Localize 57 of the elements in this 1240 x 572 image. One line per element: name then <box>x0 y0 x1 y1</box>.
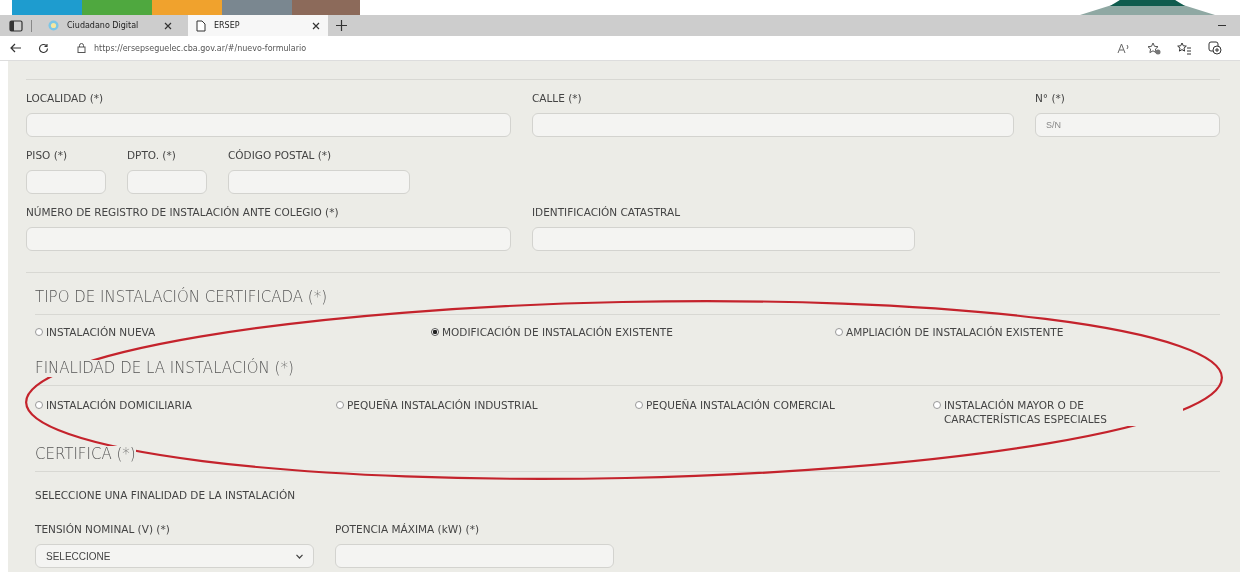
close-icon[interactable] <box>164 21 172 30</box>
input-field[interactable]: S/N <box>1035 113 1220 137</box>
tab-title: Ciudadano Digital <box>67 21 140 30</box>
back-icon[interactable] <box>10 43 22 53</box>
field-label: N° (*) <box>1035 92 1065 104</box>
radio-button[interactable] <box>933 401 941 409</box>
radio-button[interactable] <box>835 328 843 336</box>
radio-label: PEQUEÑA INSTALACIÓN COMERCIAL <box>646 398 835 412</box>
radio-label: PEQUEÑA INSTALACIÓN INDUSTRIAL <box>347 398 538 412</box>
radio-button[interactable] <box>431 328 439 336</box>
document-icon <box>196 19 206 32</box>
field-label: POTENCIA MÁXIMA (kW) (*) <box>335 523 479 535</box>
close-icon[interactable] <box>312 21 320 30</box>
field-label: CALLE (*) <box>532 92 582 104</box>
radio-button[interactable] <box>35 401 43 409</box>
input-field[interactable] <box>335 544 614 568</box>
favorite-star-icon[interactable] <box>1147 41 1161 55</box>
field-label: NÚMERO DE REGISTRO DE INSTALACIÓN ANTE COLEGIO (*) <box>26 206 339 218</box>
new-tab-icon[interactable] <box>336 20 347 31</box>
input-field[interactable] <box>228 170 410 194</box>
radio-label: INSTALACIÓN DOMICILIARIA <box>46 398 192 412</box>
field-label: IDENTIFICACIÓN CATASTRAL <box>532 206 680 218</box>
field-label: LOCALIDAD (*) <box>26 92 104 104</box>
tab-actions-icon[interactable] <box>9 19 23 32</box>
collections-icon[interactable] <box>1208 41 1222 55</box>
read-aloud-icon[interactable] <box>1117 42 1131 54</box>
favorites-list-icon[interactable] <box>1177 41 1192 55</box>
input-field[interactable] <box>26 227 511 251</box>
field-label: CÓDIGO POSTAL (*) <box>228 149 332 161</box>
section-heading: CERTIFICA (*) <box>35 446 136 463</box>
minimize-icon[interactable] <box>1218 24 1226 27</box>
reload-icon[interactable] <box>38 42 49 54</box>
radio-button[interactable] <box>35 328 43 336</box>
radio-button[interactable] <box>635 401 643 409</box>
lock-icon <box>77 43 86 53</box>
section-heading: TIPO DE INSTALACIÓN CERTIFICADA (*) <box>35 289 327 306</box>
input-field[interactable] <box>532 227 915 251</box>
radio-label: MODIFICACIÓN DE INSTALACIÓN EXISTENTE <box>442 325 673 339</box>
section-heading: FINALIDAD DE LA INSTALACIÓN (*) <box>35 360 294 377</box>
tab-title: ERSEP <box>214 21 241 30</box>
radio-label: INSTALACIÓN MAYOR O DE CARACTERÍSTICAS ESPECIALES <box>944 398 1183 426</box>
input-field[interactable] <box>26 113 511 137</box>
field-label: DPTO. (*) <box>127 149 176 161</box>
browser-tab[interactable]: Ciudadano Digital <box>40 15 180 36</box>
field-label: TENSIÓN NOMINAL (V) (*) <box>35 523 170 535</box>
input-field[interactable] <box>532 113 1014 137</box>
globe-icon <box>48 20 59 31</box>
hint-text: SELECCIONE UNA FINALIDAD DE LA INSTALACIÓN <box>35 489 296 501</box>
select-dropdown[interactable]: SELECCIONE <box>35 544 314 568</box>
input-field[interactable] <box>127 170 207 194</box>
radio-label: INSTALACIÓN NUEVA <box>46 325 156 339</box>
radio-button[interactable] <box>336 401 344 409</box>
field-label: PISO (*) <box>26 149 68 161</box>
input-field[interactable] <box>26 170 106 194</box>
radio-label: AMPLIACIÓN DE INSTALACIÓN EXISTENTE <box>846 325 1064 339</box>
chevron-down-icon <box>296 553 303 559</box>
browser-tab[interactable]: ERSEP <box>188 15 328 36</box>
